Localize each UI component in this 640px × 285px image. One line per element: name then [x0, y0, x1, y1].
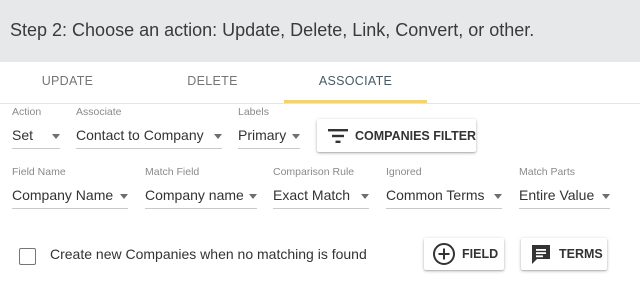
step-header: Step 2: Choose an action: Update, Delete…: [0, 0, 640, 62]
comparison-rule-field: Comparison Rule Exact Match: [273, 166, 369, 212]
action-field: Action Set: [12, 106, 60, 152]
terms-label: TERMS: [559, 247, 603, 261]
create-new-label: Create new Companies when no matching is…: [50, 246, 367, 262]
labels-select[interactable]: Primary: [238, 127, 300, 149]
chevron-down-icon: [494, 194, 502, 199]
add-field-button[interactable]: FIELD: [424, 238, 504, 270]
match-parts-value: Entire Value: [519, 187, 595, 203]
create-new-checkbox[interactable]: [19, 248, 36, 265]
comparison-rule-select[interactable]: Exact Match: [273, 187, 369, 209]
field-name-label: Field Name: [12, 166, 66, 178]
associate-label: Associate: [76, 106, 122, 118]
terms-button[interactable]: TERMS: [521, 238, 607, 270]
comparison-rule-value: Exact Match: [273, 187, 351, 203]
chevron-down-icon: [52, 134, 60, 139]
labels-label: Labels: [238, 106, 269, 118]
match-parts-select[interactable]: Entire Value: [519, 187, 610, 209]
ignored-field: Ignored Common Terms: [386, 166, 502, 212]
match-field-select[interactable]: Company name: [145, 187, 257, 209]
match-parts-label: Match Parts: [519, 166, 576, 178]
comparison-rule-label: Comparison Rule: [273, 166, 355, 178]
tab-delete[interactable]: DELETE: [145, 62, 280, 104]
message-icon: [532, 245, 550, 264]
add-circle-icon: [433, 243, 455, 265]
match-field-field: Match Field Company name: [145, 166, 257, 212]
labels-field: Labels Primary: [238, 106, 300, 152]
filter-icon: [328, 128, 348, 143]
action-tabs: UPDATE DELETE ASSOCIATE: [0, 62, 640, 104]
match-field-value: Company name: [145, 187, 244, 203]
active-tab-indicator: [284, 100, 427, 103]
chevron-down-icon: [602, 194, 610, 199]
chevron-down-icon: [120, 194, 128, 199]
companies-filter-label: COMPANIES FILTER: [355, 128, 477, 143]
match-field-label: Match Field: [145, 166, 200, 178]
ignored-value: Common Terms: [386, 187, 485, 203]
chevron-down-icon: [361, 194, 369, 199]
match-parts-field: Match Parts Entire Value: [519, 166, 610, 212]
action-label: Action: [12, 106, 42, 118]
field-name-field: Field Name Company Name: [12, 166, 128, 212]
action-select[interactable]: Set: [12, 127, 60, 149]
associate-value: Contact to Company: [76, 127, 204, 143]
ignored-label: Ignored: [386, 166, 422, 178]
tab-update[interactable]: UPDATE: [0, 62, 135, 104]
associate-select[interactable]: Contact to Company: [76, 127, 222, 149]
add-field-label: FIELD: [462, 247, 499, 261]
chevron-down-icon: [292, 134, 300, 139]
tab-associate[interactable]: ASSOCIATE: [284, 62, 427, 104]
field-name-select[interactable]: Company Name: [12, 187, 128, 209]
step-title: Step 2: Choose an action: Update, Delete…: [10, 20, 535, 40]
labels-value: Primary: [238, 127, 287, 143]
action-value: Set: [12, 127, 34, 143]
companies-filter-button[interactable]: COMPANIES FILTER: [317, 119, 476, 152]
chevron-down-icon: [214, 134, 222, 139]
chevron-down-icon: [249, 194, 257, 199]
field-name-value: Company Name: [12, 187, 114, 203]
associate-field: Associate Contact to Company: [76, 106, 222, 152]
ignored-select[interactable]: Common Terms: [386, 187, 502, 209]
